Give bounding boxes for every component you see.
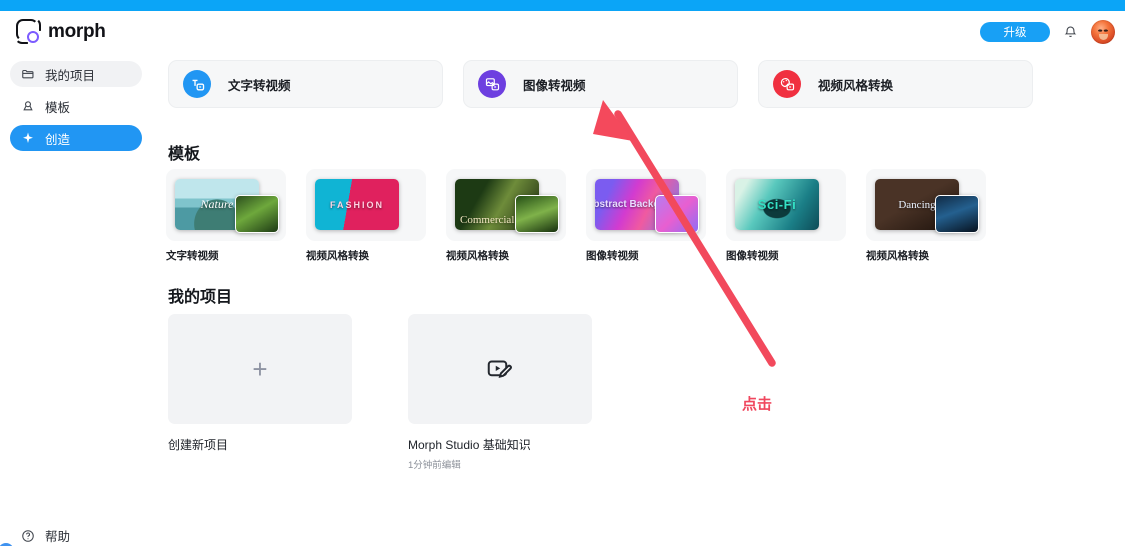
text-to-video-icon bbox=[183, 70, 211, 98]
template-card[interactable]: Nature 文字转视频 bbox=[166, 169, 286, 263]
template-caption: 图像转视频 bbox=[726, 250, 779, 262]
template-thumbnail: Nature bbox=[166, 169, 286, 241]
projects-row: + 创建新项目 Morph Studio 基础知识 1分钟前编辑 bbox=[168, 314, 592, 471]
annotation-label: 点击 bbox=[742, 396, 773, 413]
template-card[interactable]: Abstract Background 图像转视频 bbox=[586, 169, 706, 263]
action-card-text-to-video[interactable]: 文字转视频 bbox=[168, 60, 443, 108]
action-card-label: 文字转视频 bbox=[228, 78, 291, 93]
action-card-label: 视频风格转换 bbox=[818, 78, 894, 93]
quick-action-row: 文字转视频 图像转视频 视频风格转换 bbox=[168, 60, 1033, 108]
templates-section-title: 模板 bbox=[168, 146, 201, 163]
image-to-video-icon bbox=[478, 70, 506, 98]
template-thumb-secondary bbox=[935, 195, 979, 233]
template-card[interactable]: FASHION 视频风格转换 bbox=[306, 169, 426, 263]
template-thumb-text: Sci-Fi bbox=[757, 197, 797, 212]
browser-top-bar bbox=[0, 0, 1125, 11]
help-circle-icon bbox=[22, 529, 34, 542]
project-cell-new: + 创建新项目 bbox=[168, 314, 352, 471]
templates-row: Nature 文字转视频 FASHION 视频风格转换 Commercial 视频风格转换… bbox=[166, 169, 986, 263]
main-content: 文字转视频 图像转视频 视频风格转换 模板 Nature 文字转视频 FASHI… bbox=[152, 11, 1125, 546]
template-thumb-text: Commercial bbox=[460, 214, 515, 226]
sidebar-item-label: 模板 bbox=[45, 100, 71, 115]
sidebar-item-label: 我的项目 bbox=[45, 68, 96, 83]
sidebar-item-label: 创造 bbox=[45, 132, 71, 147]
project-thumbnail[interactable] bbox=[408, 314, 592, 424]
app-root: morph 我的项目 模板 创造 帮助 升级 文字转视频 图像转视频 视频风格转… bbox=[0, 0, 1125, 546]
template-caption: 视频风格转换 bbox=[866, 250, 929, 262]
morph-logo-icon bbox=[16, 19, 41, 44]
template-thumb-text: FASHION bbox=[329, 199, 384, 210]
template-thumbnail: Dancing bbox=[866, 169, 986, 241]
sparkle-icon bbox=[23, 132, 33, 143]
template-card[interactable]: Commercial 视频风格转换 bbox=[446, 169, 566, 263]
template-card[interactable]: Dancing 视频风格转换 bbox=[866, 169, 986, 263]
template-caption: 图像转视频 bbox=[586, 250, 639, 262]
plus-icon: + bbox=[252, 354, 268, 384]
template-thumb-text: Nature bbox=[200, 197, 234, 211]
sidebar-item-templates[interactable]: 模板 bbox=[10, 93, 142, 119]
sidebar-item-my-projects[interactable]: 我的项目 bbox=[10, 61, 142, 87]
template-thumb-secondary bbox=[655, 195, 699, 233]
template-caption: 视频风格转换 bbox=[446, 250, 509, 262]
project-timestamp: 1分钟前编辑 bbox=[408, 460, 461, 471]
template-thumb-primary: FASHION bbox=[315, 179, 399, 230]
template-thumb-secondary bbox=[235, 195, 279, 233]
template-thumbnail: FASHION bbox=[306, 169, 426, 241]
projects-section-title: 我的项目 bbox=[168, 289, 233, 306]
create-new-project-button[interactable]: + bbox=[168, 314, 352, 424]
template-caption: 文字转视频 bbox=[166, 250, 219, 262]
project-name: Morph Studio 基础知识 bbox=[408, 438, 531, 452]
template-thumbnail: Sci-Fi bbox=[726, 169, 846, 241]
action-card-video-style-transfer[interactable]: 视频风格转换 bbox=[758, 60, 1033, 108]
template-thumbnail: Commercial bbox=[446, 169, 566, 241]
action-card-image-to-video[interactable]: 图像转视频 bbox=[463, 60, 738, 108]
template-thumb-secondary bbox=[515, 195, 559, 233]
help-label: 帮助 bbox=[45, 530, 71, 544]
video-style-icon bbox=[773, 70, 801, 98]
sidebar-item-create[interactable]: 创造 bbox=[10, 125, 142, 151]
video-edit-icon bbox=[487, 360, 512, 379]
template-thumbnail: Abstract Background bbox=[586, 169, 706, 241]
action-card-label: 图像转视频 bbox=[523, 78, 586, 93]
project-cell-item: Morph Studio 基础知识 1分钟前编辑 bbox=[408, 314, 592, 471]
project-name: 创建新项目 bbox=[168, 438, 229, 452]
template-thumb-text: Dancing bbox=[898, 198, 936, 211]
brand-name: morph bbox=[48, 20, 106, 42]
template-thumb-primary: Sci-Fi bbox=[735, 179, 819, 230]
sidebar-nav: 我的项目 模板 创造 bbox=[10, 61, 142, 157]
folder-icon bbox=[22, 69, 34, 79]
help-button[interactable]: 帮助 bbox=[21, 526, 70, 545]
shapes-icon bbox=[23, 101, 33, 111]
app-logo[interactable]: morph bbox=[16, 19, 106, 44]
sidebar: morph 我的项目 模板 创造 帮助 bbox=[0, 11, 152, 546]
template-caption: 视频风格转换 bbox=[306, 250, 369, 262]
template-card[interactable]: Sci-Fi 图像转视频 bbox=[726, 169, 846, 263]
